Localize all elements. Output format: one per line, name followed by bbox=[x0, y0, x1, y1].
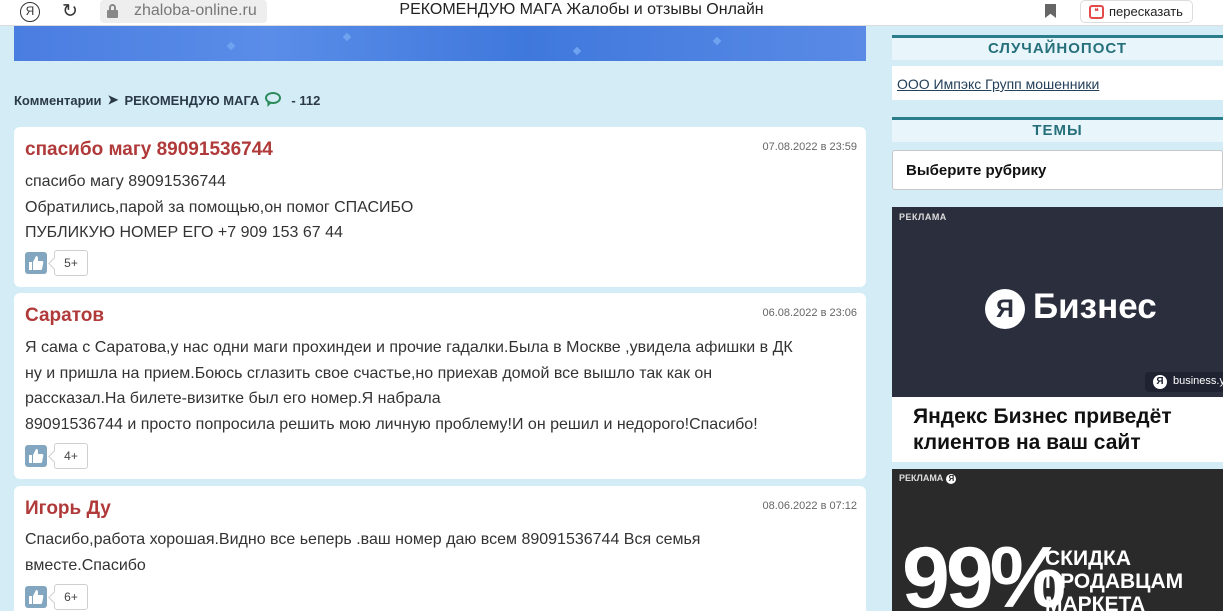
comment-line: спасибо магу 89091536744 bbox=[25, 173, 227, 190]
retell-icon: ❝ bbox=[1089, 5, 1104, 19]
comment-text: Я сама с Саратова,у нас одни маги прохин… bbox=[25, 335, 855, 437]
like-button[interactable] bbox=[25, 252, 47, 274]
comment-line: рассказал.На билете-визитке был его номе… bbox=[25, 390, 441, 407]
comment-text: Спасибо,работа хорошая.Видно все ьеперь … bbox=[25, 527, 855, 578]
yandex-small-icon: Я bbox=[946, 474, 957, 484]
ad-market-discount[interactable]: РЕКЛАМА Я 99% СКИДКА ПРОДАВЦАМ МАРКЕТА bbox=[892, 469, 1223, 611]
ad-label: РЕКЛАМА Я bbox=[899, 473, 957, 484]
ad-promo-line: СКИДКА bbox=[1045, 547, 1132, 570]
like-count-value: 6+ bbox=[64, 590, 78, 604]
comment-author: спасибо магу 89091536744 bbox=[25, 139, 273, 160]
comment-card: спасибо магу 89091536744 07.08.2022 в 23… bbox=[14, 127, 866, 287]
rubric-select-value: Выберите рубрику bbox=[906, 162, 1047, 179]
like-button[interactable] bbox=[25, 586, 47, 608]
retell-label: пересказать bbox=[1109, 4, 1183, 19]
ad-promo-line: ПРОДАВЦАМ bbox=[1045, 570, 1184, 593]
breadcrumb: Комментарии ➤ РЕКОМЕНДУЮ МАГА - 112 bbox=[14, 92, 320, 108]
comment-date: 06.08.2022 в 23:06 bbox=[762, 307, 857, 319]
comment-line: Я сама с Саратова,у нас одни маги прохин… bbox=[25, 339, 793, 356]
ad-promo-text: СКИДКА ПРОДАВЦАМ МАРКЕТА bbox=[1045, 547, 1183, 611]
tab-title: РЕКОМЕНДУЮ МАГА Жалобы и отзывы Онлайн bbox=[0, 1, 1163, 19]
random-post-link[interactable]: ООО Импэкс Групп мошенники bbox=[897, 76, 1099, 92]
comment-date: 07.08.2022 в 23:59 bbox=[762, 141, 857, 153]
comment-line: вместе.Спасибо bbox=[25, 556, 146, 574]
like-count: 5+ bbox=[54, 250, 88, 276]
arrow-icon: ➤ bbox=[107, 92, 119, 107]
comment-text: спасибо магу 89091536744 Обратились,паро… bbox=[25, 169, 855, 246]
post-title: РЕКОМЕНДУЮ МАГА bbox=[124, 92, 260, 108]
ad-label-text: РЕКЛАМА bbox=[899, 473, 944, 483]
rubric-select[interactable]: Выберите рубрику bbox=[892, 150, 1223, 190]
comment-card: Игорь Ду 08.06.2022 в 07:12 Спасибо,рабо… bbox=[14, 486, 866, 611]
ad-yandex-business[interactable]: РЕКЛАМА Я Бизнес Я business.y Яндекс Биз… bbox=[892, 207, 1223, 462]
like-count: 6+ bbox=[54, 584, 88, 610]
comments-label: Комментарии bbox=[14, 92, 102, 108]
like-button[interactable] bbox=[25, 445, 47, 467]
comment-date: 08.06.2022 в 07:12 bbox=[762, 500, 857, 512]
like-count-value: 4+ bbox=[64, 449, 78, 463]
ad-banner-image: РЕКЛАМА Я Бизнес Я business.y bbox=[892, 207, 1223, 397]
like-count: 4+ bbox=[54, 443, 88, 469]
thumbs-up-icon bbox=[29, 449, 44, 463]
thumbs-up-icon bbox=[29, 256, 44, 270]
comment-author: Саратов bbox=[25, 305, 105, 326]
comment-line: Спасибо,работа хорошая.Видно все ьеперь … bbox=[25, 531, 701, 548]
header-banner bbox=[14, 26, 866, 61]
ad-domain: Я business.y bbox=[1145, 372, 1223, 392]
yandex-small-icon: Я bbox=[1153, 375, 1167, 389]
retell-button[interactable]: ❝ пересказать bbox=[1080, 0, 1193, 23]
thumbs-up-icon bbox=[29, 590, 44, 604]
yandex-logo-icon: Я bbox=[985, 289, 1025, 329]
comment-author: Игорь Ду bbox=[25, 498, 111, 519]
ad-label: РЕКЛАМА bbox=[899, 212, 947, 222]
tab-title-text: РЕКОМЕНДУЮ МАГА Жалобы и отзывы Онлайн bbox=[399, 1, 764, 18]
comment-count: - 112 bbox=[291, 92, 321, 108]
comment-line: ПУБЛИКУЮ НОМЕР ЕГО +7 909 153 67 44 bbox=[25, 224, 343, 241]
random-post-box: ООО Импэкс Групп мошенники bbox=[892, 66, 1223, 100]
comment-line: Обратились,парой за помощью,он помог СПА… bbox=[25, 198, 414, 216]
ad-domain-text: business.y bbox=[1173, 375, 1223, 387]
comment-card: Саратов 06.08.2022 в 23:06 Я сама с Сара… bbox=[14, 293, 866, 479]
like-count-value: 5+ bbox=[64, 256, 78, 270]
ad-caption: Яндекс Бизнес приведёт клиентов на ваш с… bbox=[913, 405, 1172, 454]
comment-line: ну и пришла на прием.Боюсь сглазить свое… bbox=[25, 364, 713, 382]
chat-icon bbox=[265, 92, 285, 108]
comment-line: 89091536744 и просто попросила решить мо… bbox=[25, 415, 758, 433]
themes-heading: ТЕМЫ bbox=[892, 117, 1223, 142]
browser-toolbar: Я ↻ zhaloba-online.ru РЕКОМЕНДУЮ МАГА Жа… bbox=[0, 0, 1223, 26]
ad-brand: Бизнес bbox=[1033, 287, 1157, 326]
ad-promo-line: МАРКЕТА bbox=[1045, 593, 1146, 611]
ad-percent: 99% bbox=[902, 530, 1066, 611]
random-post-heading: СЛУЧАЙНОПОСТ bbox=[892, 35, 1223, 60]
